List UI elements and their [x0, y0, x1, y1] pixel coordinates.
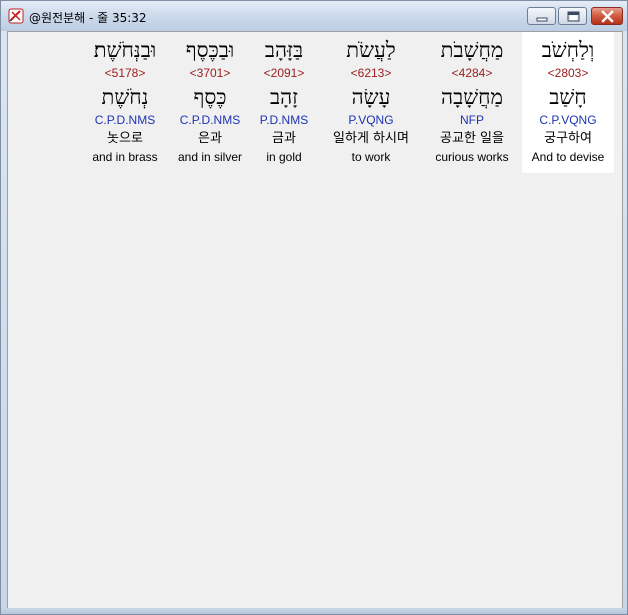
english-gloss: And to devise — [531, 150, 605, 164]
hebrew-word: וְלַחְשֹׁב — [541, 38, 595, 62]
word-column[interactable]: מַחֲשָׁבֹת <4284> מַחֲשָׁבָה NFP 공교한 일을 … — [422, 32, 522, 173]
korean-gloss: 은과 — [198, 131, 222, 146]
hebrew-lemma: זָהָב — [269, 85, 299, 109]
minimize-button[interactable] — [527, 7, 556, 25]
word-column[interactable]: לַעֲשֹׂת <6213> עָשָׂה P.VQNG 일하게 하시며 to… — [320, 32, 422, 173]
maximize-button[interactable] — [558, 7, 587, 25]
english-gloss: curious works — [435, 150, 509, 164]
korean-gloss: 금과 — [272, 131, 296, 146]
hebrew-word: וּבַנְּחֹשֶׁת׃ — [93, 38, 157, 62]
english-gloss: and in silver — [177, 150, 243, 164]
pen-cross-icon[interactable] — [8, 8, 24, 24]
title-bar[interactable]: @원전분해 - 줄 35:32 — [1, 1, 627, 31]
hebrew-lemma: נְחֹשֶׁת — [101, 85, 149, 109]
close-button[interactable] — [591, 7, 623, 25]
morphology-code: C.P.D.NMS — [94, 113, 156, 127]
english-gloss: to work — [351, 150, 391, 164]
strong-number[interactable]: <2091> — [248, 66, 320, 80]
hebrew-word: וּבַכֶּסֶף — [185, 38, 235, 62]
hebrew-lemma: חָשַׁב — [549, 85, 587, 109]
word-column[interactable]: וּבַכֶּסֶף <3701> כֶּסֶף C.P.D.NMS 은과 an… — [172, 32, 248, 173]
morphology-code: P.D.NMS — [259, 113, 309, 127]
hebrew-lemma: עָשָׂה — [351, 85, 391, 109]
korean-gloss: 일하게 하시며 — [333, 131, 409, 146]
hebrew-word: לַעֲשֹׂת — [346, 38, 396, 62]
word-column[interactable]: וּבַנְּחֹשֶׁת׃ <5178> נְחֹשֶׁת C.P.D.NMS… — [78, 32, 172, 173]
english-gloss: in gold — [266, 150, 302, 164]
korean-gloss: 궁구하여 — [544, 131, 592, 146]
window-bottom-border — [1, 608, 627, 614]
strong-number[interactable]: <5178> — [78, 66, 172, 80]
word-column[interactable]: בַּזָּהָב <2091> זָהָב P.D.NMS 금과 in gol… — [248, 32, 320, 173]
korean-gloss: 공교한 일을 — [440, 131, 504, 146]
morphology-code: C.P.VQNG — [539, 113, 597, 127]
close-icon — [601, 10, 614, 23]
word-column-selected[interactable]: וְלַחְשֹׁב <2803> חָשַׁב C.P.VQNG 궁구하여 A… — [522, 32, 614, 173]
morphology-code: P.VQNG — [348, 113, 394, 127]
strong-number[interactable]: <2803> — [522, 66, 614, 80]
strong-number[interactable]: <4284> — [422, 66, 522, 80]
strong-number[interactable]: <3701> — [172, 66, 248, 80]
hebrew-word: בַּזָּהָב — [264, 38, 304, 62]
interlinear-panel: וּבַנְּחֹשֶׁת׃ <5178> נְחֹשֶׁת C.P.D.NMS… — [7, 31, 623, 610]
minimize-icon — [536, 17, 548, 22]
maximize-icon — [567, 11, 580, 22]
hebrew-lemma: מַחֲשָׁבָה — [441, 85, 503, 109]
hebrew-word: מַחֲשָׁבֹת — [440, 38, 504, 62]
app-window: @원전분해 - 줄 35:32 וּבַנְּחֹשֶׁת׃ <5178> נְ… — [0, 0, 628, 615]
korean-gloss: 놋으로 — [107, 131, 143, 146]
morphology-code: C.P.D.NMS — [179, 113, 241, 127]
hebrew-lemma: כֶּסֶף — [193, 85, 227, 109]
morphology-code: NFP — [460, 113, 484, 127]
strong-number[interactable]: <6213> — [320, 66, 422, 80]
english-gloss: and in brass — [92, 150, 158, 164]
window-title: @원전분해 - 줄 35:32 — [29, 11, 147, 25]
